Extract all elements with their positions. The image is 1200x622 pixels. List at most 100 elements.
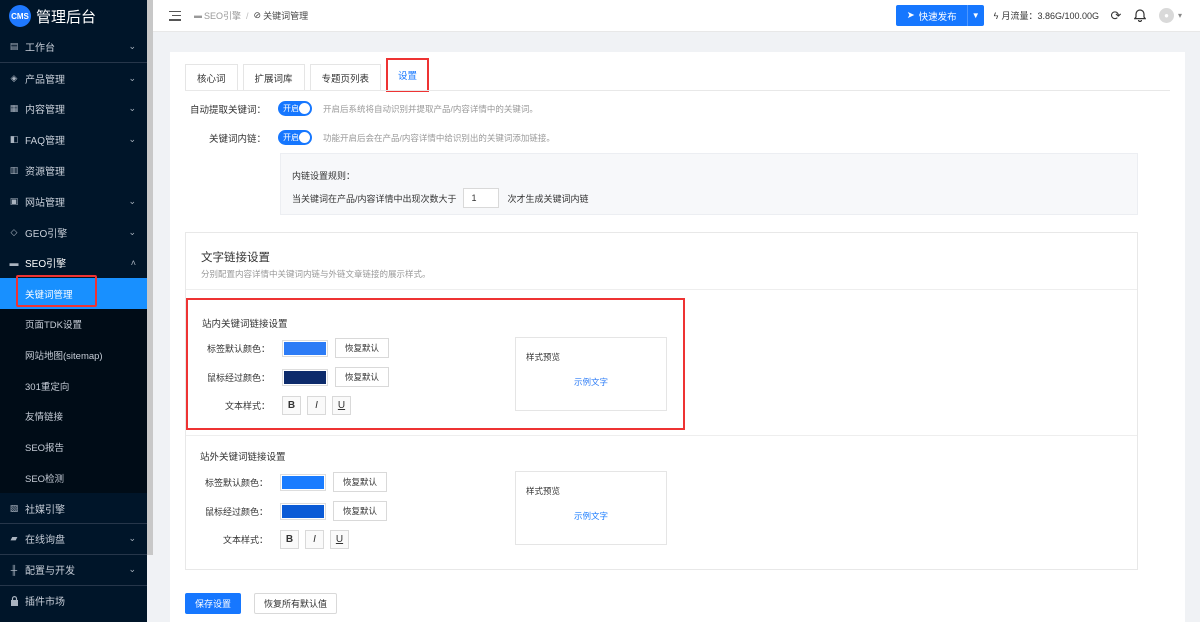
caret-down-icon[interactable]: ▼ (966, 5, 984, 26)
sidebar-subitem-seo-check[interactable]: SEO检测 (0, 462, 147, 494)
sidebar-item-workbench[interactable]: ▤ 工作台 ⌄ (0, 32, 147, 63)
hover-color-picker[interactable] (280, 502, 326, 520)
sidebar-item-label: FAQ管理 (25, 136, 66, 148)
sidebar-item-seo[interactable]: ▬ SEO引擎 ˄ (0, 248, 147, 279)
sidebar-item-faq[interactable]: ◧ FAQ管理 ⌄ (0, 124, 147, 155)
italic-button[interactable]: I (305, 530, 324, 549)
tab-core-keywords[interactable]: 核心词 (185, 64, 238, 90)
toggle-knob (299, 103, 310, 114)
app-title: 管理后台 (36, 8, 97, 26)
tab-topic-pages[interactable]: 专题页列表 (309, 64, 382, 90)
sidebar-item-inquiry[interactable]: ▰ 在线询盘 ⌄ (0, 524, 147, 555)
inner-link-row: 关键词内链： 开启 功能开启后会在产品/内容详情中给识别出的关键词添加链接。 (170, 130, 555, 145)
highlight-box (16, 275, 97, 308)
occurrence-threshold-input[interactable]: 1 (462, 188, 499, 208)
bold-button[interactable]: B (282, 396, 301, 415)
reset-hover-color-button[interactable]: 恢复默认 (333, 501, 388, 521)
sidebar-item-social[interactable]: ▧ 社媒引擎 (0, 493, 147, 524)
sidebar-item-plugins[interactable]: 插件市场 (0, 586, 147, 617)
sidebar-item-website[interactable]: ▣ 网站管理 ⌄ (0, 186, 147, 217)
sliders-icon: ╫ (10, 564, 18, 575)
geo-icon: ◇ (10, 226, 18, 237)
resource-icon: ▥ (9, 165, 19, 176)
dashboard-icon: ▤ (9, 41, 19, 52)
external-style-preview: 样式预览 示例文字 (515, 471, 667, 545)
italic-button[interactable]: I (307, 396, 326, 415)
avatar[interactable]: ● (1158, 8, 1174, 23)
auto-extract-label: 自动提取关键词： (189, 104, 266, 116)
default-color-label: 标签默认颜色： (206, 343, 270, 354)
text-style-label: 文本样式： (224, 401, 270, 411)
tab-settings[interactable]: 设置 (386, 58, 430, 92)
underline-button[interactable]: U (330, 530, 349, 549)
sidebar-item-config[interactable]: ╫ 配置与开发 ⌄ (0, 555, 147, 586)
sidebar-item-products[interactable]: ◈ 产品管理 ⌄ (0, 63, 147, 94)
chevron-up-icon: ˄ (130, 257, 136, 268)
chat-icon: ▰ (10, 533, 18, 544)
reset-default-color-button[interactable]: 恢复默认 (333, 472, 388, 492)
brand: CMS 管理后台 (0, 0, 147, 32)
sidebar-item-resources[interactable]: ▥ 资源管理 (0, 155, 147, 186)
sidebar-subitem-seo-report[interactable]: SEO报告 (0, 431, 147, 463)
sidebar-subitem-tdk[interactable]: 页面TDK设置 (0, 309, 147, 340)
auto-extract-toggle[interactable]: 开启 (278, 101, 312, 116)
restore-all-defaults-button[interactable]: 恢复所有默认值 (254, 593, 338, 614)
breadcrumb-separator: / (246, 10, 249, 21)
inner-link-toggle[interactable]: 开启 (278, 130, 312, 145)
reset-hover-color-button[interactable]: 恢复默认 (335, 367, 390, 387)
external-link-title: 站外关键词链接设置 (200, 452, 286, 463)
default-color-picker[interactable] (280, 473, 326, 491)
lock-icon (9, 595, 19, 606)
sidebar-item-label: 网站管理 (25, 197, 65, 209)
chevron-down-icon: ⌄ (128, 103, 136, 114)
sidebar-subitem-label: 友情链接 (25, 412, 64, 424)
sidebar-item-label: 在线询盘 (25, 535, 65, 547)
rule-title: 内链设置规则： (292, 171, 356, 181)
internal-link-group: 站内关键词链接设置 标签默认颜色： 恢复默认 鼠标经过颜色： 恢复默认 文本样式… (186, 298, 685, 430)
menu-fold-icon[interactable] (169, 10, 181, 21)
quick-publish-button[interactable]: ➤ 快速发布 ▼ (895, 5, 984, 26)
refresh-clock-icon[interactable]: ⟳ (1109, 8, 1123, 23)
breadcrumb: ▬ SEO引擎 / ⊘ 关键词管理 (194, 9, 308, 22)
sidebar-item-label: 内容管理 (25, 105, 65, 117)
rule-suffix: 次才生成关键词内链 (507, 193, 589, 204)
text-link-subtitle: 分别配置内容详情中关键词内链与外链文章链接的展示样式。 (201, 269, 431, 279)
text-link-title: 文字链接设置 (201, 252, 270, 264)
hover-color-picker[interactable] (282, 368, 328, 386)
preview-title: 样式预览 (526, 352, 561, 362)
sidebar-subitem-keywords[interactable]: 关键词管理 (0, 275, 147, 310)
underline-button[interactable]: U (332, 396, 351, 415)
internal-text-style-row: 文本样式： B I U (202, 396, 357, 415)
sidebar: CMS 管理后台 ▤ 工作台 ⌄ ◈ 产品管理 ⌄ ▦ 内容管理 ⌄ ◧ FAQ… (0, 0, 147, 622)
target-icon: ⊘ (253, 10, 262, 20)
sidebar-item-label: SEO引擎 (25, 259, 67, 271)
cms-logo: CMS (9, 5, 31, 27)
sidebar-subitem-sitemap[interactable]: 网站地图(sitemap) (0, 339, 147, 371)
preview-sample-text: 示例文字 (573, 511, 608, 521)
toggle-text: 开启 (283, 133, 299, 142)
quick-publish-label: 快速发布 (918, 11, 957, 23)
default-color-picker[interactable] (282, 339, 328, 357)
breadcrumb-parent[interactable]: SEO引擎 (204, 9, 241, 22)
bold-button[interactable]: B (280, 530, 299, 549)
bell-icon[interactable] (1133, 9, 1147, 23)
toggle-knob (299, 132, 310, 143)
save-settings-button[interactable]: 保存设置 (185, 593, 242, 614)
caret-down-icon[interactable]: ▾ (1178, 11, 1182, 20)
reset-default-color-button[interactable]: 恢复默认 (335, 338, 390, 358)
sidebar-item-label: 工作台 (25, 43, 55, 55)
sidebar-item-label: 产品管理 (25, 74, 65, 86)
tabs-divider (185, 90, 1170, 91)
text-link-settings-panel: 文字链接设置 分别配置内容详情中关键词内链与外链文章链接的展示样式。 站内关键词… (185, 232, 1138, 570)
sidebar-item-content[interactable]: ▦ 内容管理 ⌄ (0, 94, 147, 125)
internal-default-color-row: 标签默认颜色： 恢复默认 (202, 338, 390, 358)
auto-extract-row: 自动提取关键词： 开启 开启后系统将自动识别并提取产品/内容详情中的关键词。 (170, 101, 538, 116)
color-fill (282, 504, 324, 518)
tab-extended-lexicon[interactable]: 扩展词库 (242, 64, 305, 90)
internal-style-preview: 样式预览 示例文字 (515, 337, 667, 411)
sidebar-subitem-friend-links[interactable]: 友情链接 (0, 401, 147, 432)
rule-line: 当关键词在产品/内容详情中出现次数大于 1 次才生成关键词内链 (292, 188, 589, 208)
sidebar-subitem-redirect[interactable]: 301重定向 (0, 370, 147, 402)
sidebar-item-geo[interactable]: ◇ GEO引擎 ⌄ (0, 217, 147, 248)
sidebar-scrollbar[interactable] (147, 0, 153, 555)
